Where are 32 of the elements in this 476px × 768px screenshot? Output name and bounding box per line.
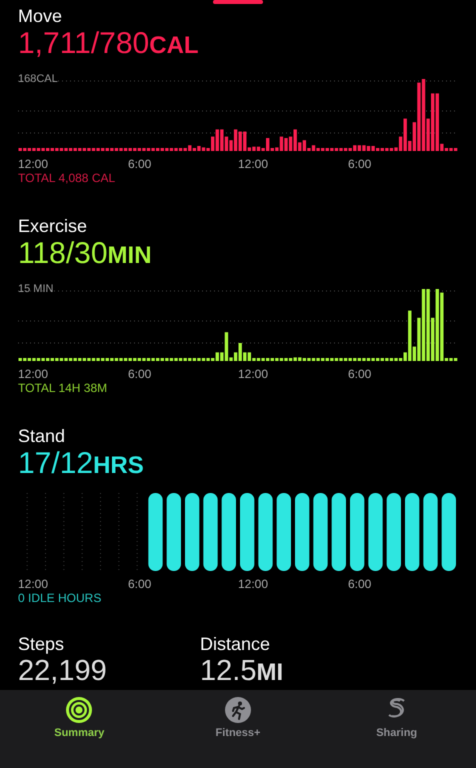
runner-icon [224, 696, 252, 724]
activity-rings-icon [65, 696, 94, 724]
time-axis-label: 6:00 [348, 577, 372, 591]
chart-max-label: 168CAL [18, 73, 58, 85]
time-axis-label: 12:00 [18, 157, 48, 171]
time-axis-label: 6:00 [348, 367, 372, 381]
tab-button[interactable]: Summary [0, 690, 159, 768]
stat-label: Distance [200, 633, 272, 655]
time-axis-label: 6:00 [128, 577, 152, 591]
time-axis-label: 12:00 [238, 367, 268, 381]
time-axis-label: 12:00 [18, 577, 48, 591]
stat-value: 12.5MI [200, 655, 284, 689]
chart-total: TOTAL 4,088 CAL [18, 171, 116, 185]
stat-value: 22,199 [18, 655, 108, 687]
goal-value: 1,711/780CAL [18, 27, 200, 62]
time-axis-label: 12:00 [238, 157, 268, 171]
time-axis-label: 6:00 [348, 157, 372, 171]
section-title: Stand [18, 425, 66, 447]
tab-button[interactable]: Fitness+ [158, 690, 318, 768]
section-title: Move [18, 5, 64, 27]
time-axis-label: 6:00 [128, 367, 152, 381]
time-axis-label: 6:00 [128, 157, 152, 171]
chart-max-label: 15 MIN [18, 283, 54, 295]
chart-total: 0 IDLE HOURS [18, 591, 102, 605]
time-axis-label: 12:00 [238, 577, 268, 591]
tab-button[interactable]: Sharing [317, 690, 476, 768]
time-axis-label: 12:00 [18, 367, 48, 381]
stat-label: Steps [18, 633, 66, 655]
chart-total: TOTAL 14H 38M [18, 381, 108, 395]
section-title: Exercise [18, 215, 88, 237]
goal-value: 118/30MIN [18, 237, 153, 272]
goal-value: 17/12HRS [18, 447, 145, 482]
